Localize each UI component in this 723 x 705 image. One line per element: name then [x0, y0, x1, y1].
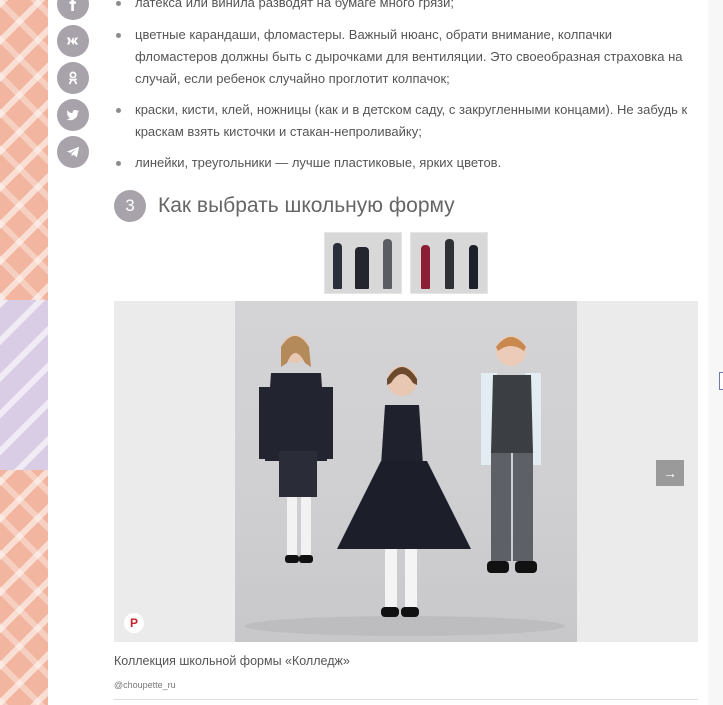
decorative-pattern	[0, 300, 48, 470]
list-item: линейки, треугольники — лучше пластиковы…	[113, 152, 698, 174]
bullet-list: цветные карандаши, фломастеры. Важный ню…	[113, 24, 698, 183]
section-number-badge: 3	[114, 190, 146, 222]
thumbnail-figure	[469, 245, 478, 289]
pinterest-icon: P	[129, 616, 138, 630]
gallery-thumbnail[interactable]	[324, 232, 402, 294]
list-item: латекса или винила разводят на бумаге мн…	[113, 0, 698, 14]
telegram-icon	[66, 146, 80, 158]
odnoklassniki-icon	[68, 71, 78, 85]
pinterest-save-button[interactable]: P	[124, 613, 144, 633]
image-credit[interactable]: @choupette_ru	[114, 680, 176, 690]
arrow-right-icon: →	[663, 465, 677, 481]
gallery-thumbnail[interactable]	[410, 232, 488, 294]
thumbnail-figure	[421, 245, 430, 289]
social-share-bar	[57, 0, 89, 173]
facebook-share-button[interactable]	[57, 0, 89, 20]
side-tab[interactable]	[719, 372, 723, 390]
facebook-icon	[69, 0, 77, 11]
image-gallery: P →	[114, 301, 698, 642]
vk-icon	[66, 37, 79, 45]
school-uniform-photo[interactable]	[235, 301, 577, 642]
decorative-background	[0, 0, 48, 705]
thumbnail-figure	[383, 239, 392, 289]
twitter-share-button[interactable]	[57, 99, 89, 131]
section-heading: 3 Как выбрать школьную форму	[114, 190, 455, 222]
odnoklassniki-share-button[interactable]	[57, 62, 89, 94]
list-item: цветные карандаши, фломастеры. Важный ню…	[113, 24, 698, 90]
twitter-icon	[66, 109, 80, 121]
gallery-thumbnails	[324, 232, 488, 294]
gallery-next-button[interactable]: →	[656, 460, 684, 486]
telegram-share-button[interactable]	[57, 136, 89, 168]
vk-share-button[interactable]	[57, 25, 89, 57]
image-caption: Коллекция школьной формы «Колледж»	[114, 654, 350, 668]
list-item: краски, кисти, клей, ножницы (как и в де…	[113, 99, 698, 143]
thumbnail-figure	[333, 243, 342, 289]
bullet-list-continued: латекса или винила разводят на бумаге мн…	[113, 0, 698, 23]
thumbnail-figure	[445, 239, 454, 289]
section-title: Как выбрать школьную форму	[158, 194, 455, 217]
thumbnail-figure	[355, 247, 369, 289]
photo-illustration	[245, 335, 565, 636]
divider	[114, 699, 698, 700]
scrollbar-edge	[708, 0, 723, 705]
